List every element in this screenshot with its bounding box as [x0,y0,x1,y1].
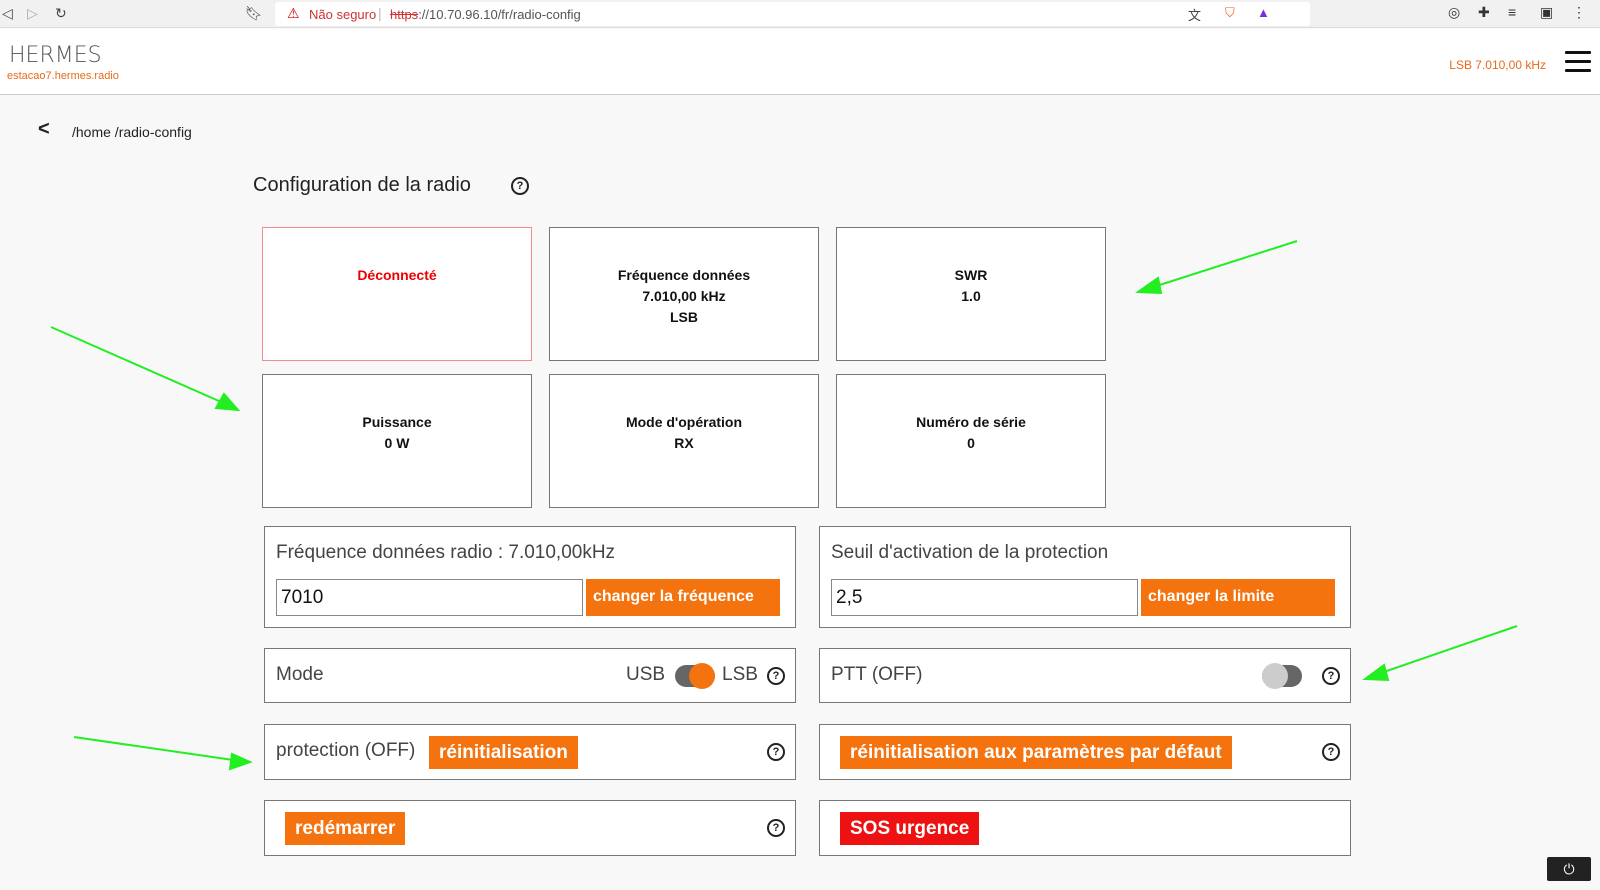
annotation-arrowhead-swr [1135,276,1163,295]
help-icon[interactable]: ? [511,177,529,195]
url-protocol: https [390,7,419,22]
hamburger-menu-icon[interactable] [1565,51,1591,73]
operation-mode-title: Mode d'opération [625,414,743,430]
separator: | [378,5,382,21]
mode-toggle-knob [689,663,715,689]
annotation-arrowhead-power [214,392,241,412]
mode-panel: Mode USB LSB ? [264,648,796,703]
operation-mode-card: Mode d'opération RX [549,374,819,508]
status-value: Déconnecté [357,267,437,283]
power-icon[interactable]: ⏻ [1547,857,1591,881]
serial-number-title: Numéro de série [916,414,1026,430]
operation-mode-value: RX [674,435,694,451]
frequency-card-title: Fréquence données [617,267,751,283]
page-title: Configuration de la radio ? [253,174,529,197]
app-header: HERMES estacao7.hermes.radio LSB 7.010,0… [0,29,1600,95]
annotation-arrowhead-ptt [1362,663,1390,682]
swr-value: 1.0 [961,288,981,304]
bookmark-icon[interactable]: 🔖︎ [245,5,263,22]
protection-label: protection (OFF) [276,740,416,761]
brave-rewards-icon[interactable]: ▲ [1257,5,1270,20]
frequency-panel-label: Fréquence données radio : 7.010,00kHz [276,542,616,563]
extensions-icon[interactable]: ✚ [1478,4,1490,21]
change-frequency-button[interactable]: changer la fréquence [586,579,780,616]
back-arrow-icon[interactable]: < [38,118,50,141]
protection-help-icon[interactable]: ? [767,743,785,761]
annotation-arrowhead-protection [228,752,253,771]
breadcrumb: /home /radio-config [72,124,192,140]
serial-number-value: 0 [967,435,975,451]
brave-shield-icon[interactable]: ⛉ [1225,5,1235,21]
power-value: 0 W [384,435,410,451]
usb-label: USB [626,664,666,685]
ptt-toggle[interactable] [1262,663,1302,689]
frequency-card-mode: LSB [670,309,698,325]
sos-panel: SOS urgence [819,800,1351,856]
protection-panel: protection (OFF) réinitialisation ? [264,724,796,780]
ptt-help-icon[interactable]: ? [1322,667,1340,685]
lsb-label: LSB [722,664,758,685]
factory-reset-panel: réinitialisation aux paramètres par défa… [819,724,1351,780]
station-name: estacao7.hermes.radio [7,70,119,82]
swr-card: SWR 1.0 [836,227,1106,361]
frequency-card-value: 7.010,00 kHz [642,288,726,304]
status-card: Déconnecté [262,227,532,361]
profile-icon[interactable]: ◎ [1448,4,1460,21]
ptt-label: PTT (OFF) [831,664,923,685]
forward-nav-icon[interactable]: ▷ [27,5,38,22]
change-limit-button[interactable]: changer la limite [1141,579,1335,616]
not-secure-label[interactable]: Não seguro [309,7,376,22]
browser-menu-icon[interactable]: ⋮ [1572,4,1586,21]
annotation-arrow-power [50,326,229,406]
warning-icon: ⚠ [287,5,300,21]
translate-icon[interactable]: 文 [1188,5,1201,24]
restart-button[interactable]: redémarrer [285,812,406,845]
mode-toggle[interactable] [675,663,715,689]
header-frequency: LSB 7.010,00 kHz [1449,58,1546,72]
reload-icon[interactable]: ↻ [55,5,67,22]
serial-number-card: Numéro de série 0 [836,374,1106,508]
playlist-icon[interactable]: ≡ [1508,4,1516,20]
frequency-card: Fréquence données 7.010,00 kHz LSB [549,227,819,361]
protection-threshold-panel: Seuil d'activation de la protection chan… [819,526,1351,628]
threshold-input[interactable] [831,579,1138,616]
annotation-arrow-ptt [1374,625,1518,676]
annotation-arrow-protection [73,736,241,762]
swr-title: SWR [954,267,988,283]
hermes-logo[interactable]: HERMES [9,43,102,68]
url-path: ://10.70.96.10/fr/radio-config [418,7,581,22]
reset-protection-button[interactable]: réinitialisation [429,736,578,769]
annotation-arrow-swr [1146,240,1298,290]
factory-reset-button[interactable]: réinitialisation aux paramètres par défa… [840,736,1232,769]
ptt-panel: PTT (OFF) ? [819,648,1351,703]
wallet-icon[interactable]: ▣ [1540,4,1553,21]
frequency-input[interactable] [276,579,583,616]
restart-panel: redémarrer ? [264,800,796,856]
restart-help-icon[interactable]: ? [767,819,785,837]
mode-help-icon[interactable]: ? [767,667,785,685]
back-nav-icon[interactable]: ◁ [2,5,13,22]
factory-reset-help-icon[interactable]: ? [1322,743,1340,761]
address-bar[interactable]: ⚠ Não seguro | https://10.70.96.10/fr/ra… [275,2,1310,26]
threshold-panel-label: Seuil d'activation de la protection [831,542,1109,563]
url-text[interactable]: https://10.70.96.10/fr/radio-config [390,7,581,22]
sos-button[interactable]: SOS urgence [840,812,980,845]
power-card: Puissance 0 W [262,374,532,508]
power-title: Puissance [362,414,432,430]
mode-label: Mode [276,664,324,685]
browser-toolbar: ◁ ▷ ↻ 🔖︎ ⚠ Não seguro | https://10.70.96… [0,0,1600,28]
ptt-toggle-knob [1262,663,1288,689]
page-title-text: Configuration de la radio [253,174,471,196]
frequency-panel: Fréquence données radio : 7.010,00kHz ch… [264,526,796,628]
